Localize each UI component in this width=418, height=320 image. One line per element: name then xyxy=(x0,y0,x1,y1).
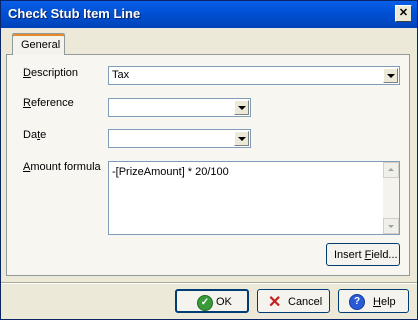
close-icon: ✕ xyxy=(398,7,409,19)
amount-formula-textarea[interactable]: -[PrizeAmount] * 20/100 xyxy=(108,161,400,235)
dialog-window: Check Stub Item Line ✕ General Descripti… xyxy=(0,0,418,320)
chevron-down-icon[interactable] xyxy=(234,100,249,115)
chevron-down-icon[interactable] xyxy=(383,68,398,83)
amount-formula-label: Amount formula xyxy=(23,161,101,173)
ok-label: OK xyxy=(216,296,232,308)
tab-general-label: General xyxy=(21,39,61,51)
date-combobox[interactable] xyxy=(108,129,251,148)
description-label: Description xyxy=(23,67,79,79)
help-button[interactable]: ? Help xyxy=(338,289,409,313)
vertical-scrollbar[interactable] xyxy=(383,162,399,234)
insert-field-button[interactable]: Insert Field... xyxy=(326,243,400,266)
description-value: Tax xyxy=(112,69,130,81)
reference-combobox[interactable] xyxy=(108,98,251,117)
help-icon: ? xyxy=(349,294,365,310)
help-label: Help xyxy=(373,296,396,308)
description-combobox[interactable]: Tax xyxy=(108,66,400,85)
scroll-down-icon[interactable] xyxy=(383,218,399,234)
close-button[interactable]: ✕ xyxy=(395,5,412,22)
check-icon: ✓ xyxy=(197,295,213,311)
window-title: Check Stub Item Line xyxy=(8,6,141,21)
chevron-down-icon[interactable] xyxy=(234,131,249,146)
title-bar[interactable]: Check Stub Item Line ✕ xyxy=(1,1,417,28)
cancel-button[interactable]: ✕ Cancel xyxy=(257,289,330,313)
reference-label: Reference xyxy=(23,97,74,109)
footer-separator xyxy=(1,282,417,284)
scroll-up-icon[interactable] xyxy=(383,162,399,178)
tab-general[interactable]: General xyxy=(12,33,65,55)
cancel-label: Cancel xyxy=(288,296,323,308)
ok-button[interactable]: ✓ OK xyxy=(175,289,249,313)
date-label: Date xyxy=(23,129,47,141)
amount-formula-value: -[PrizeAmount] * 20/100 xyxy=(112,166,229,178)
cancel-x-icon: ✕ xyxy=(268,294,282,311)
